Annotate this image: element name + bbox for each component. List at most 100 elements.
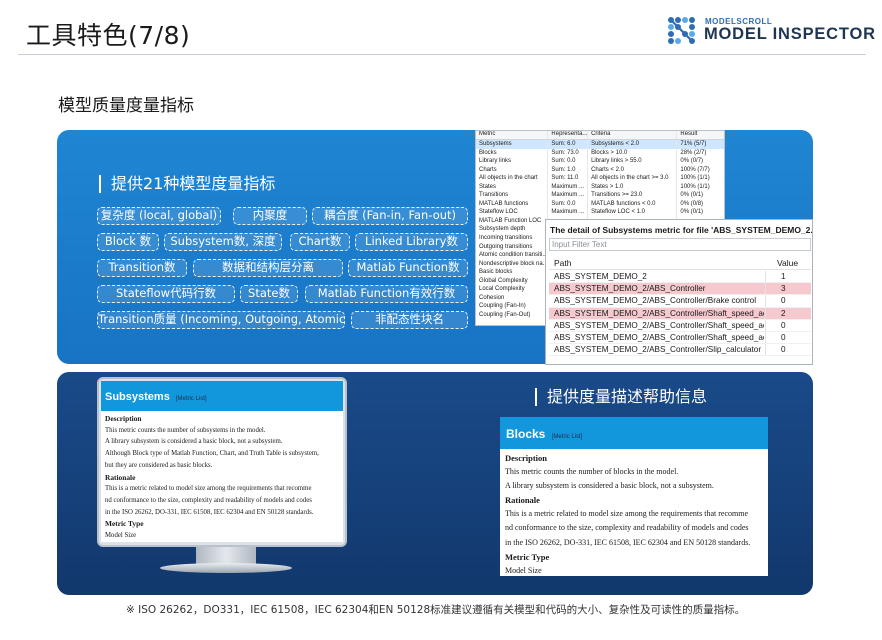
result-cell: 100% (1/1): [680, 183, 710, 190]
metric-name-cell: MATLAB functions: [476, 199, 549, 209]
metric-tag: 复杂度 (local, global): [97, 207, 221, 225]
metric-list-link[interactable]: [Metric List]: [176, 396, 207, 402]
column-divider: [765, 331, 766, 344]
help-text-line: in the ISO 26262, DO-331, IEC 61508, IEC…: [105, 508, 314, 516]
criteria-cell: Subsystems < 2.0: [588, 140, 678, 149]
metrics-panel-heading: 提供21种模型度量指标: [99, 175, 275, 193]
metric-name-cell: Stateflow LOC: [476, 208, 549, 217]
help-card-blocks: Blocks [Metric List] Description This met…: [500, 417, 768, 576]
metric-name-cell: MATLAB Function LOC: [476, 216, 549, 226]
column-header-metric[interactable]: Metric: [476, 131, 549, 139]
detail-window: The detail of Subsystems metric for file…: [545, 219, 813, 365]
table-row[interactable]: Library links Sum: 0.0 Library links > 55.…: [476, 157, 724, 166]
metric-name-cell: Subsystem depth: [476, 225, 549, 235]
help-section-heading: Description: [105, 414, 142, 423]
value-cell: 0: [781, 296, 786, 306]
help-section-heading: Rationale: [105, 472, 136, 482]
modelscroll-logo-icon: [668, 17, 695, 44]
metric-name-cell: Charts: [476, 165, 549, 175]
detail-rows: ABS_SYSTEM_DEMO_2 1 ABS_SYSTEM_DEMO_2/ABS_…: [549, 271, 811, 357]
result-cell: 100% (1/1): [680, 175, 710, 182]
table-row[interactable]: ABS_SYSTEM_DEMO_2/ABS_Controller/Brake c…: [549, 295, 811, 308]
metric-tag: Transition质量 (Incoming, Outgoing, Atomic…: [97, 311, 345, 329]
help-text-line: Model Size: [105, 532, 137, 540]
criteria-cell: Transitions >= 23.0: [588, 191, 678, 200]
table-row[interactable]: ABS_SYSTEM_DEMO_2/ABS_Controller/Shaft_s…: [549, 319, 811, 332]
criteria-cell: Blocks > 10.0: [588, 148, 678, 158]
metric-name-cell: States: [476, 182, 549, 192]
help-text-line: in the ISO 26262, DO-331, IEC 61508, IEC…: [505, 537, 751, 547]
result-cell: 0% (0/1): [680, 209, 704, 216]
table-row[interactable]: ABS_SYSTEM_DEMO_2/ABS_Controller/Slip_ca…: [549, 344, 811, 357]
result-cell: 0% (0/7): [680, 158, 704, 165]
metric-name-cell: All objects in the chart: [476, 174, 549, 183]
table-row[interactable]: All objects in the chart Sum: 11.0 All obj…: [476, 174, 724, 183]
slide-title: 工具特色(7/8): [26, 21, 191, 50]
criteria-cell: MATLAB functions < 0.0: [588, 199, 678, 209]
metric-name-cell: Global Complexity: [476, 276, 549, 286]
table-row[interactable]: Subsystems Sum: 6.0 Subsystems < 2.0 71% (5…: [476, 140, 724, 149]
criteria-cell: States > 1.0: [588, 182, 678, 192]
representative-cell: Maximum ...: [548, 182, 589, 192]
table-row[interactable]: Charts Sum: 1.0 Charts < 2.0 100% (7/7): [476, 165, 724, 175]
column-divider: [765, 344, 766, 356]
result-cell: 28% (2/7): [680, 149, 707, 156]
table-row[interactable]: ABS_SYSTEM_DEMO_2/ABS_Controller 3: [549, 283, 811, 296]
metric-name-cell: Coupling (Fan-In): [476, 302, 549, 311]
help-text-line: This is a metric related to model size a…: [105, 485, 312, 493]
table-row[interactable]: ABS_SYSTEM_DEMO_2/ABS_Controller/Shaft_s…: [549, 307, 811, 320]
filter-input[interactable]: Input Filter Text: [549, 238, 811, 251]
column-divider: [765, 319, 766, 331]
column-header-representative[interactable]: Representa...: [548, 131, 589, 139]
help-section-heading: Metric Type: [105, 519, 144, 529]
table-row[interactable]: ABS_SYSTEM_DEMO_2 1: [549, 271, 811, 284]
representative-cell: Sum: 0.0: [548, 199, 589, 209]
result-cell: 0% (0/1): [680, 192, 704, 199]
column-divider: [765, 295, 766, 307]
metric-name-cell: Basic blocks: [476, 268, 549, 277]
path-cell: ABS_SYSTEM_DEMO_2/ABS_Controller: [554, 284, 706, 294]
metric-tag: Stateflow代码行数: [97, 285, 235, 303]
brand-name: MODEL INSPECTOR: [704, 25, 876, 43]
footnote: ※ ISO 26262，DO331，IEC 61508，IEC 62304和EN…: [126, 604, 746, 616]
metric-tag: 耦合度 (Fan-in, Fan-out): [312, 207, 468, 225]
column-divider: [765, 271, 766, 283]
help-text-line: nd conformance to the size, complexity a…: [105, 496, 312, 504]
representative-cell: Sum: 73.0: [548, 148, 589, 158]
column-header-value[interactable]: Value: [777, 258, 798, 268]
table-row[interactable]: Transitions Maximum ... Transitions >= 23.…: [476, 191, 724, 200]
result-cell: 71% (5/7): [680, 141, 707, 147]
metric-tag: 数据和结构层分离: [193, 259, 343, 277]
representative-cell: Sum: 6.0: [548, 140, 589, 149]
representative-cell: Sum: 11.0: [548, 174, 589, 183]
table-row[interactable]: States Maximum ... States > 1.0 100% (1/1): [476, 182, 724, 192]
value-cell: 2: [781, 308, 786, 318]
metric-name-cell: Outgoing transitions: [476, 242, 549, 252]
metric-tag: Block 数: [97, 233, 159, 251]
value-cell: 0: [781, 332, 786, 342]
metric-tag: 非配态性块名: [351, 311, 468, 329]
help-text-line: Model Size: [505, 565, 542, 575]
help-card-title: Subsystems: [105, 391, 170, 403]
column-header-path[interactable]: Path: [554, 258, 572, 268]
table-row[interactable]: ABS_SYSTEM_DEMO_2/ABS_Controller/Shaft_s…: [549, 331, 811, 345]
value-cell: 0: [781, 320, 786, 330]
metric-name-cell: Blocks: [476, 148, 549, 158]
help-section-heading: Metric Type: [505, 551, 550, 562]
brand-logo: MODELSCROLL MODEL INSPECTOR: [666, 14, 875, 48]
table-row[interactable]: Blocks Sum: 73.0 Blocks > 10.0 28% (2/7): [476, 148, 724, 158]
path-cell: ABS_SYSTEM_DEMO_2/ABS_Controller/Brake c…: [554, 296, 757, 306]
table-row[interactable]: MATLAB functions Sum: 0.0 MATLAB functions…: [476, 199, 724, 209]
metric-tag: Subsystem数, 深度: [164, 233, 282, 251]
metric-list-link[interactable]: [Metric List]: [552, 434, 583, 440]
metric-tag: Chart数: [290, 233, 350, 251]
help-text-line: nd conformance to the size, complexity a…: [505, 523, 749, 533]
column-header-result[interactable]: Result: [677, 131, 724, 139]
table-row[interactable]: Stateflow LOC Maximum ... Stateflow LOC < …: [476, 208, 724, 217]
column-divider: [765, 283, 766, 295]
column-header-criteria[interactable]: Criteria: [588, 131, 678, 139]
metric-table-header: Metric Representa... Criteria Result: [476, 131, 724, 140]
metric-name-cell: Incoming transitions: [476, 234, 549, 243]
metric-name-cell: Cohesion: [476, 293, 549, 303]
metric-name-cell: Nondescriptive block na...: [476, 259, 549, 269]
